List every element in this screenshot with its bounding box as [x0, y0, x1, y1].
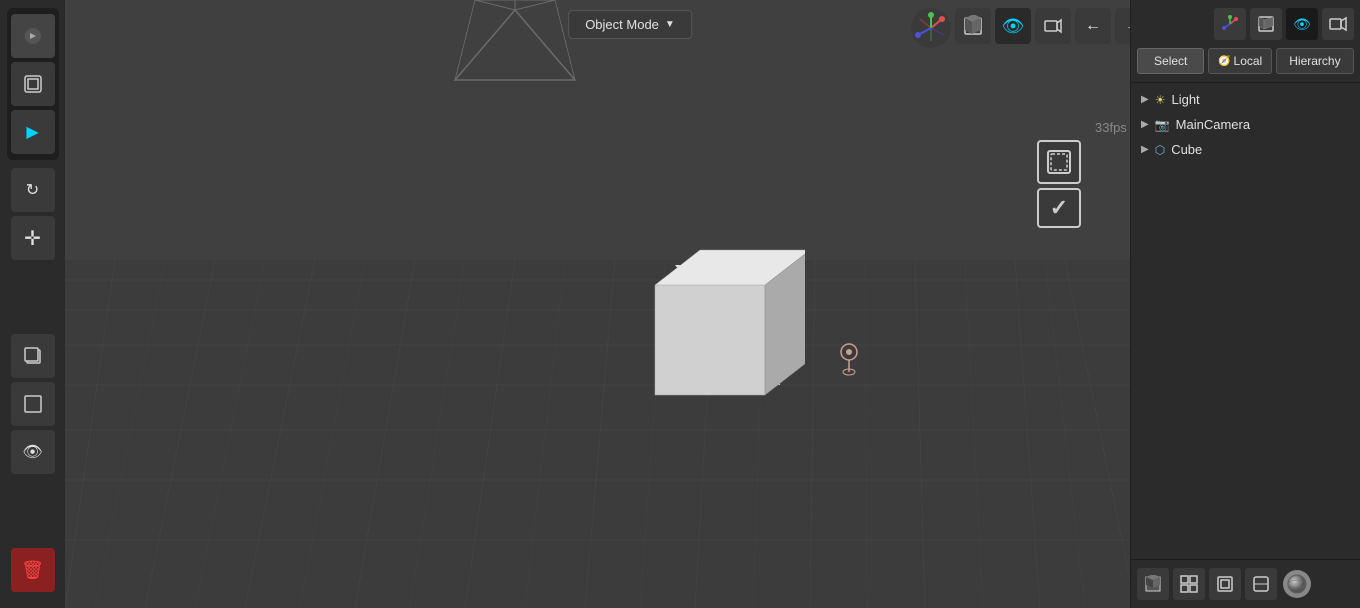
hierarchy-item-maincamera[interactable]: ▶ 📷 MainCamera [1131, 112, 1360, 137]
point-light-gizmo [835, 340, 863, 385]
cube-label: Cube [1171, 142, 1350, 157]
camera-label: MainCamera [1176, 117, 1350, 132]
light-arrow: ▶ [1141, 94, 1149, 105]
chevron-down-icon: ▼ [665, 19, 675, 30]
local-button[interactable]: 🧭 Local [1208, 48, 1271, 74]
object-mode-label: Object Mode [585, 17, 659, 32]
hierarchy-list: ▶ ☀ Light ▶ 📷 MainCamera ▶ ⬡ Cube [1131, 83, 1360, 166]
right-bottom-toolbar [1131, 559, 1360, 608]
rtb-cube-btn[interactable] [1250, 8, 1282, 40]
bottom-sphere-btn[interactable] [1283, 570, 1311, 598]
nav-back-btn[interactable]: ← [1075, 8, 1111, 44]
local-label: Local [1234, 54, 1263, 68]
select-button[interactable]: Select [1137, 48, 1204, 74]
viewport[interactable]: Object Mode ▼ 33fps [65, 0, 1195, 608]
selection-overlay: ✓ [1037, 140, 1081, 228]
axes-gizmo[interactable] [911, 8, 951, 48]
play-btn[interactable]: ▶ [11, 110, 55, 154]
object-mode-selector[interactable]: Object Mode ▼ [568, 10, 692, 39]
camera-view-btn[interactable] [1035, 8, 1071, 44]
eye-btn[interactable]: 👁 [11, 430, 55, 474]
refresh-btn[interactable]: ↻ [11, 168, 55, 212]
rtb-eye-btn[interactable]: 👁 [1286, 8, 1318, 40]
left-sidebar: ▶ ↻ ✛ 👁 🗑 [0, 0, 65, 608]
hierarchy-item-light[interactable]: ▶ ☀ Light [1131, 87, 1360, 112]
rtb-camera-btn[interactable] [1322, 8, 1354, 40]
view-cube-btn[interactable] [955, 8, 991, 44]
blender-logo-btn[interactable] [11, 14, 55, 58]
cube-type-icon: ⬡ [1155, 143, 1165, 157]
light-label: Light [1171, 92, 1350, 107]
bottom-icon1-btn[interactable] [1137, 568, 1169, 600]
bottom-icon4-btn[interactable] [1245, 568, 1277, 600]
move-tool-btn[interactable]: ✛ [11, 216, 55, 260]
bottom-icon2-btn[interactable] [1173, 568, 1205, 600]
bottom-icon3-btn[interactable] [1209, 568, 1241, 600]
hierarchy-button[interactable]: Hierarchy [1276, 48, 1354, 74]
camera-type-icon: 📷 [1155, 118, 1170, 132]
hierarchy-item-cube[interactable]: ▶ ⬡ Cube [1131, 137, 1360, 162]
right-panel: 👁 Select 🧭 Local Hierarchy ▶ ☀ Light [1130, 0, 1360, 608]
render-view-btn[interactable]: 👁 [995, 8, 1031, 44]
camera-arrow: ▶ [1141, 119, 1149, 130]
cube-arrow: ▶ [1141, 144, 1149, 155]
rtb-axes-btn[interactable] [1214, 8, 1246, 40]
delete-btn[interactable]: 🗑 [11, 548, 55, 592]
frame-btn[interactable] [11, 382, 55, 426]
3d-cube [625, 235, 805, 418]
light-type-icon: ☀ [1155, 93, 1166, 107]
copy-btn[interactable] [11, 334, 55, 378]
right-top-toolbar: 👁 Select 🧭 Local Hierarchy [1131, 0, 1360, 83]
local-view-btn[interactable] [11, 62, 55, 106]
